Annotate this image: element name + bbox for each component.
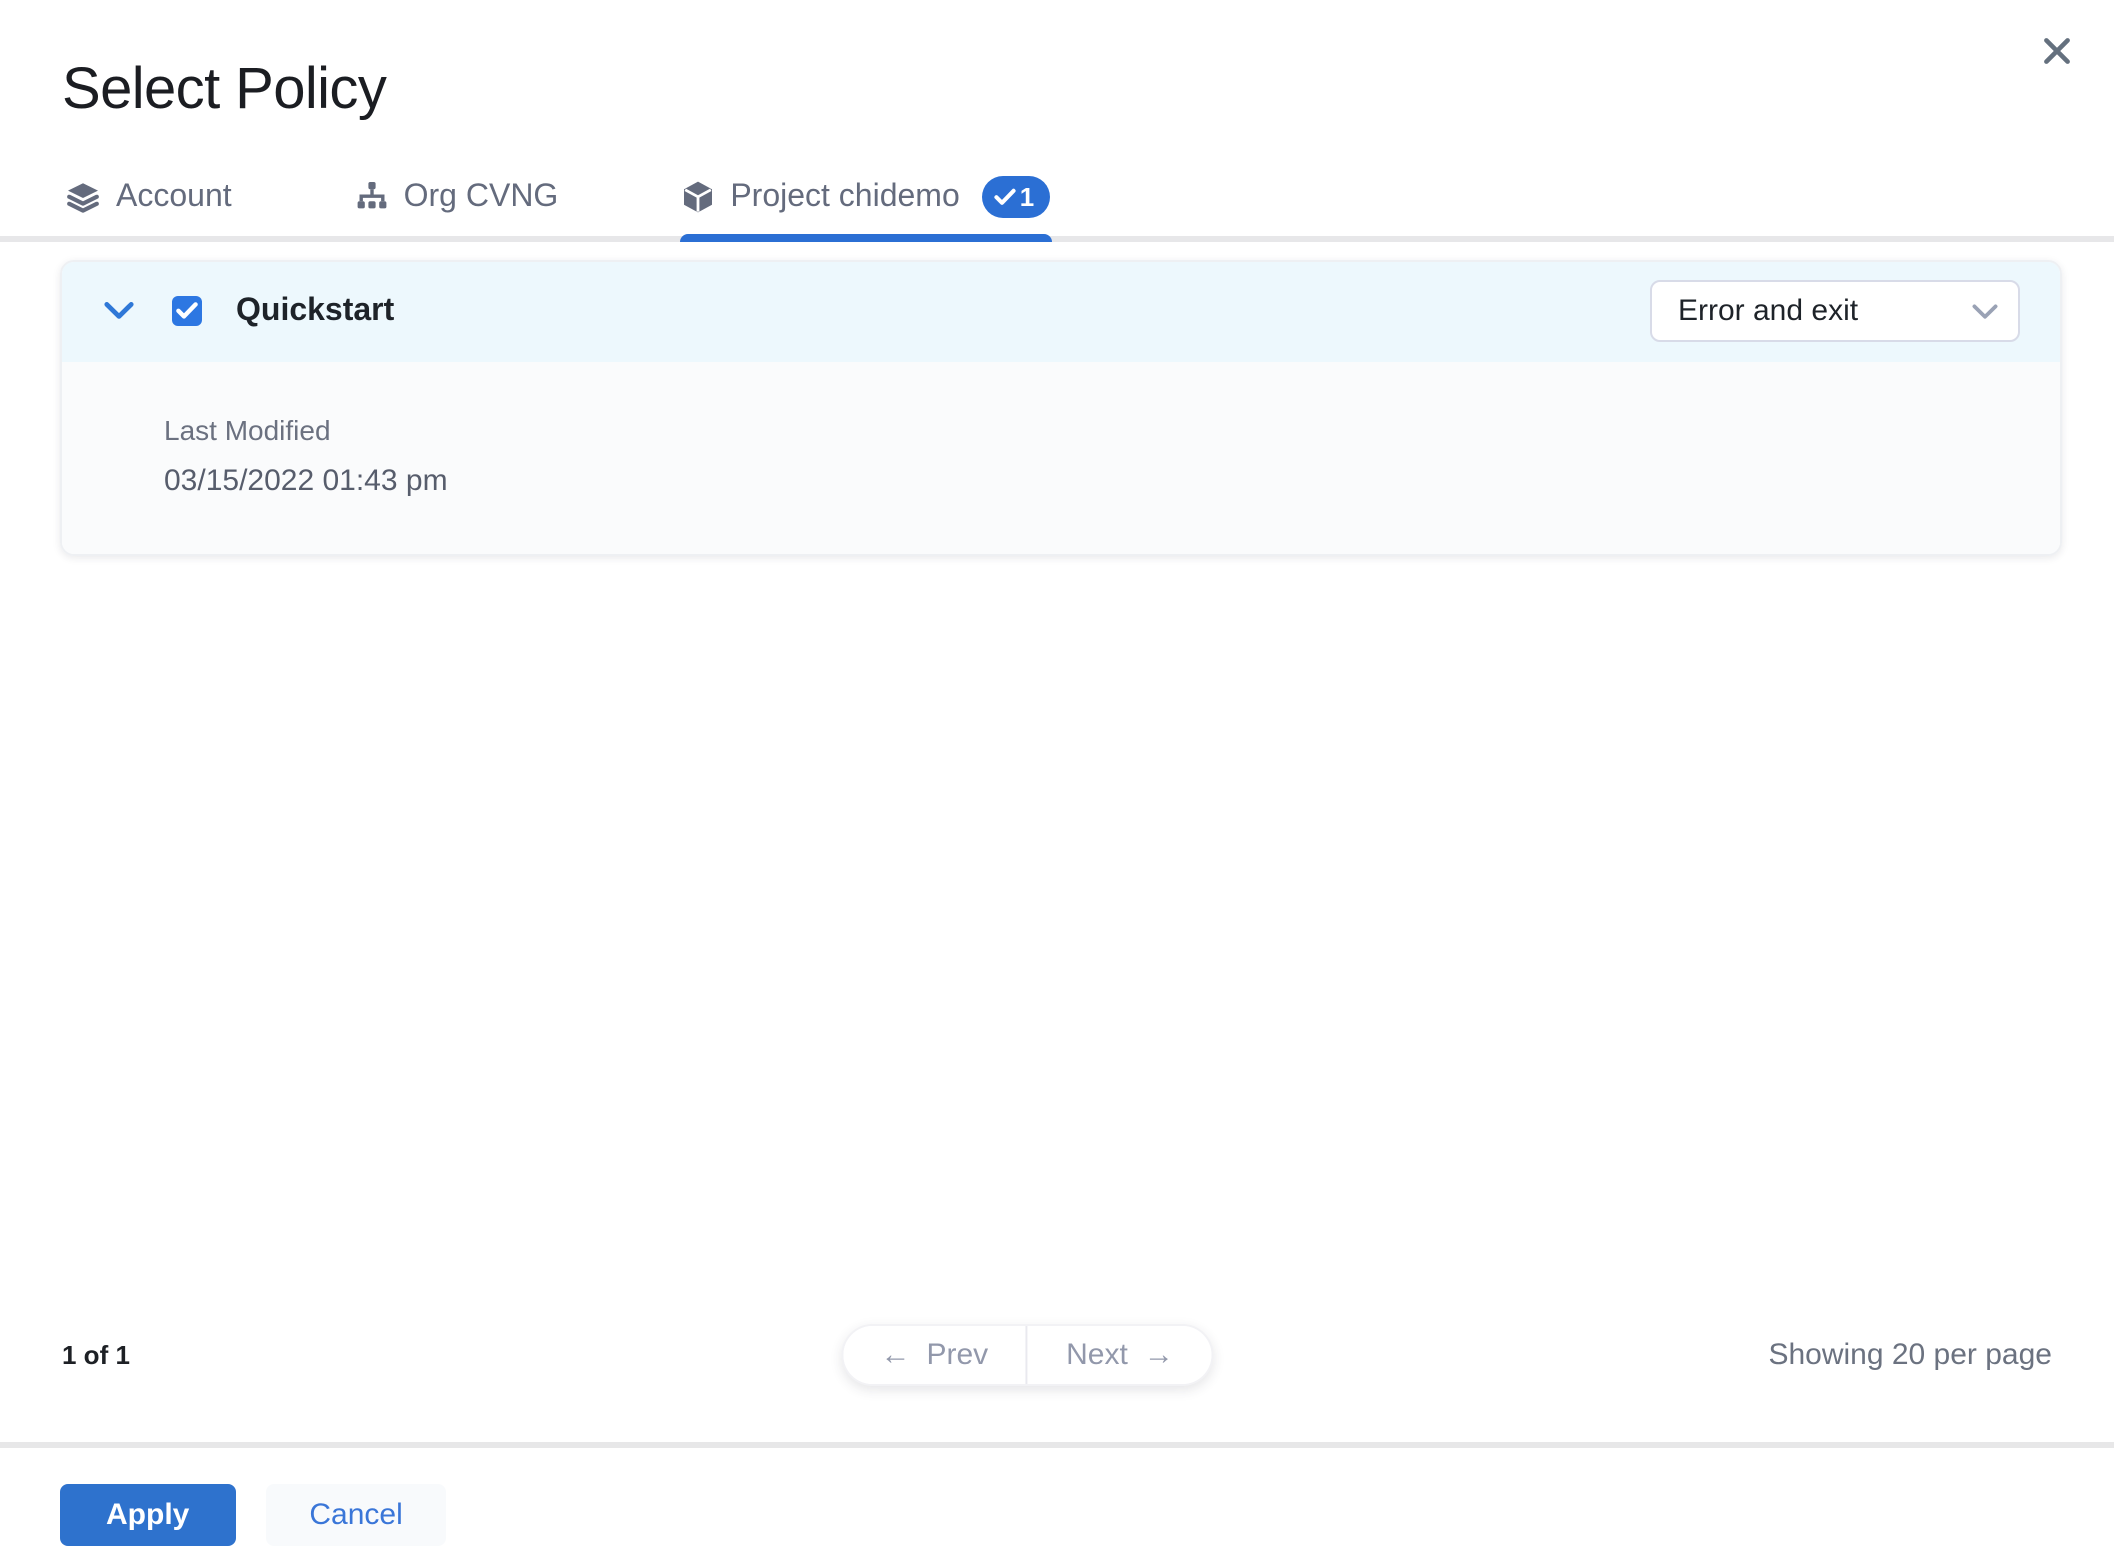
tab-label: Project chidemo (730, 179, 960, 214)
tab-label: Account (116, 179, 232, 214)
selected-action-label: Error and exit (1678, 294, 1859, 329)
tab-account[interactable]: Account (66, 160, 232, 236)
policy-checkbox[interactable] (172, 296, 202, 327)
chevron-down-icon (1972, 304, 1998, 319)
policy-name: Quickstart (236, 293, 395, 328)
policy-card-header: Quickstart Error and exit (62, 261, 2060, 362)
pagination-bar: 1 of 1 ← Prev Next → Showing 20 per page (62, 1322, 2052, 1386)
policy-card-details: Last Modified 03/15/2022 01:43 pm (62, 361, 2060, 554)
badge-count: 1 (1019, 182, 1035, 213)
layers-icon (66, 182, 100, 214)
last-modified-label: Last Modified (164, 413, 331, 446)
scope-tabs: Account Org CVNG Project chidemo 1 (0, 160, 2114, 242)
check-icon (176, 302, 198, 320)
tab-project-chidemo[interactable]: Project chidemo 1 (680, 160, 1053, 242)
arrow-left-icon: ← (880, 1337, 911, 1371)
check-icon (994, 189, 1016, 206)
page-count: 1 of 1 (62, 1339, 130, 1369)
tab-org-cvng[interactable]: Org CVNG (356, 160, 559, 236)
page-title: Select Policy (62, 58, 387, 122)
pager-pill: ← Prev Next → (840, 1323, 1214, 1385)
modal-footer: Apply Cancel (0, 1448, 2114, 1546)
arrow-right-icon: → (1143, 1337, 1174, 1371)
org-tree-icon (356, 182, 388, 213)
selected-count-badge: 1 (981, 176, 1051, 219)
tab-label: Org CVNG (403, 179, 559, 214)
policy-card: Quickstart Error and exit Last Modified … (60, 259, 2062, 556)
prev-button[interactable]: ← Prev (842, 1325, 1027, 1383)
chevron-down-icon (104, 302, 134, 320)
cube-icon (682, 181, 714, 215)
cancel-button[interactable]: Cancel (265, 1484, 447, 1546)
next-button[interactable]: Next → (1028, 1325, 1212, 1383)
per-page-info: Showing 20 per page (1768, 1337, 2052, 1371)
apply-button[interactable]: Apply (60, 1484, 236, 1546)
next-label: Next (1066, 1337, 1128, 1371)
close-icon (2043, 37, 2069, 63)
expand-toggle[interactable] (104, 297, 134, 327)
prev-label: Prev (926, 1337, 989, 1371)
policy-action-select[interactable]: Error and exit (1650, 280, 2020, 343)
close-button[interactable] (2030, 24, 2082, 76)
select-policy-modal: Select Policy Account Org CVNG Project c… (0, 0, 2114, 1546)
last-modified-value: 03/15/2022 01:43 pm (164, 463, 448, 498)
